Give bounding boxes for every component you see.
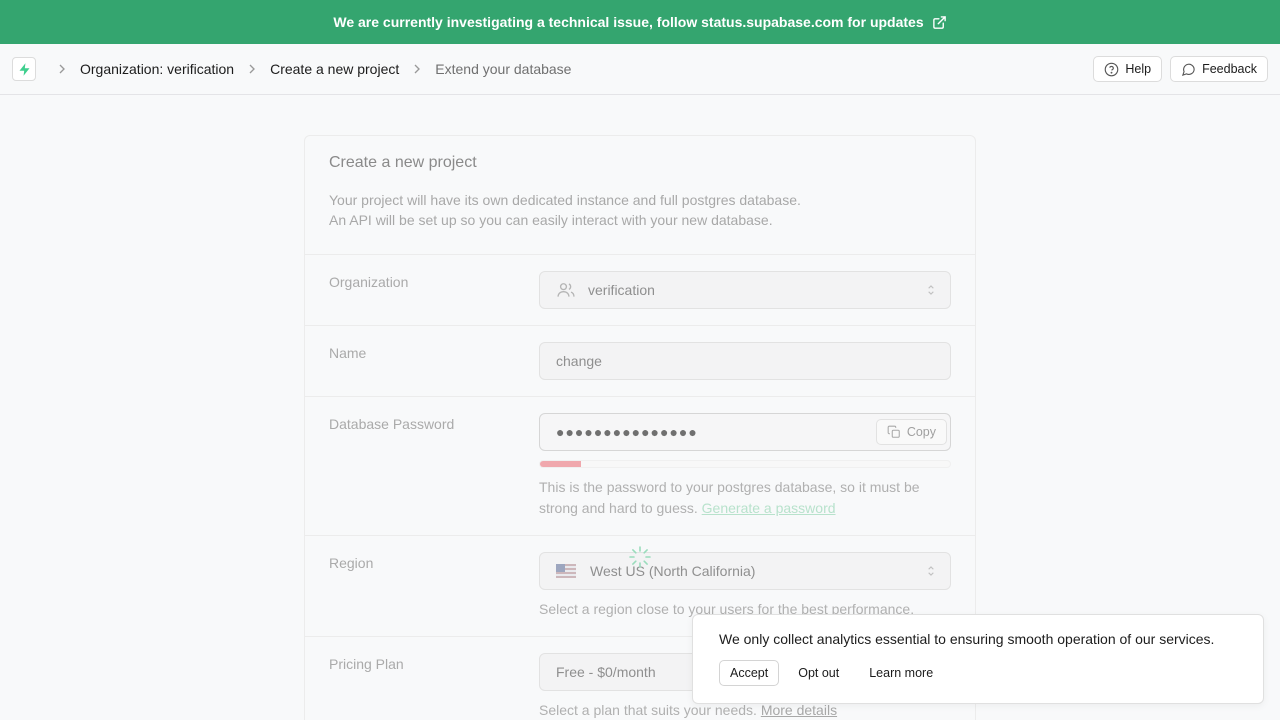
status-banner[interactable]: We are currently investigating a technic… xyxy=(0,0,1280,44)
region-value: West US (North California) xyxy=(590,563,756,579)
breadcrumb-extend-database[interactable]: Extend your database xyxy=(435,61,571,77)
supabase-logo-icon[interactable] xyxy=(12,57,36,81)
organization-select[interactable]: verification xyxy=(539,271,951,309)
copy-label: Copy xyxy=(906,425,936,439)
feedback-label: Feedback xyxy=(1202,62,1257,76)
chevron-right-icon xyxy=(54,61,70,77)
loading-spinner-icon xyxy=(629,546,651,568)
name-label: Name xyxy=(329,345,367,361)
generate-password-link[interactable]: Generate a password xyxy=(702,500,836,516)
breadcrumb-organization[interactable]: Organization: verification xyxy=(80,61,234,77)
chevron-right-icon xyxy=(409,61,425,77)
us-flag-icon xyxy=(556,564,576,578)
opt-out-button[interactable]: Opt out xyxy=(787,660,850,686)
organization-label: Organization xyxy=(329,274,409,290)
cookie-consent-banner: We only collect analytics essential to e… xyxy=(692,614,1264,704)
cookie-text: We only collect analytics essential to e… xyxy=(719,631,1215,647)
password-strength-bar xyxy=(539,460,951,468)
breadcrumb: Organization: verification Create a new … xyxy=(44,61,571,77)
password-strength-fill xyxy=(540,461,581,467)
password-row: Database Password ●●●●●●●●●●●●●●● Copy T… xyxy=(305,397,975,536)
learn-more-button[interactable]: Learn more xyxy=(858,660,944,686)
banner-text: We are currently investigating a technic… xyxy=(333,14,924,30)
organization-value: verification xyxy=(588,282,655,298)
region-label: Region xyxy=(329,555,374,571)
help-button[interactable]: Help xyxy=(1093,56,1163,82)
copy-password-button[interactable]: Copy xyxy=(875,419,947,445)
more-details-link[interactable]: More details xyxy=(761,702,837,718)
accept-button[interactable]: Accept xyxy=(719,660,780,686)
external-link-icon xyxy=(932,15,946,29)
name-row: Name change xyxy=(305,326,975,397)
page-title: Create a new project xyxy=(329,154,477,171)
message-circle-icon xyxy=(1182,63,1195,76)
help-label: Help xyxy=(1125,62,1152,76)
organization-row: Organization verification xyxy=(305,255,975,326)
chevron-up-down-icon xyxy=(928,566,934,576)
feedback-button[interactable]: Feedback xyxy=(1170,56,1268,82)
project-name-value: change xyxy=(556,353,602,369)
page-description: Your project will have its own dedicated… xyxy=(329,192,801,228)
chevron-up-down-icon xyxy=(928,285,934,295)
chevron-right-icon xyxy=(244,61,260,77)
pricing-label: Pricing Plan xyxy=(329,656,404,672)
password-value: ●●●●●●●●●●●●●●● xyxy=(556,424,698,440)
help-circle-icon xyxy=(1105,62,1119,76)
copy-icon xyxy=(887,425,900,438)
pricing-value: Free - $0/month xyxy=(556,664,656,680)
breadcrumb-create-project[interactable]: Create a new project xyxy=(270,61,399,77)
top-nav: Organization: verification Create a new … xyxy=(0,44,1280,95)
password-label: Database Password xyxy=(329,416,455,432)
users-icon xyxy=(556,280,576,300)
database-password-input[interactable]: ●●●●●●●●●●●●●●● Copy xyxy=(539,413,951,451)
project-name-input[interactable]: change xyxy=(539,342,951,380)
password-hint: This is the password to your postgres da… xyxy=(539,479,920,516)
region-select[interactable]: West US (North California) xyxy=(539,552,951,590)
